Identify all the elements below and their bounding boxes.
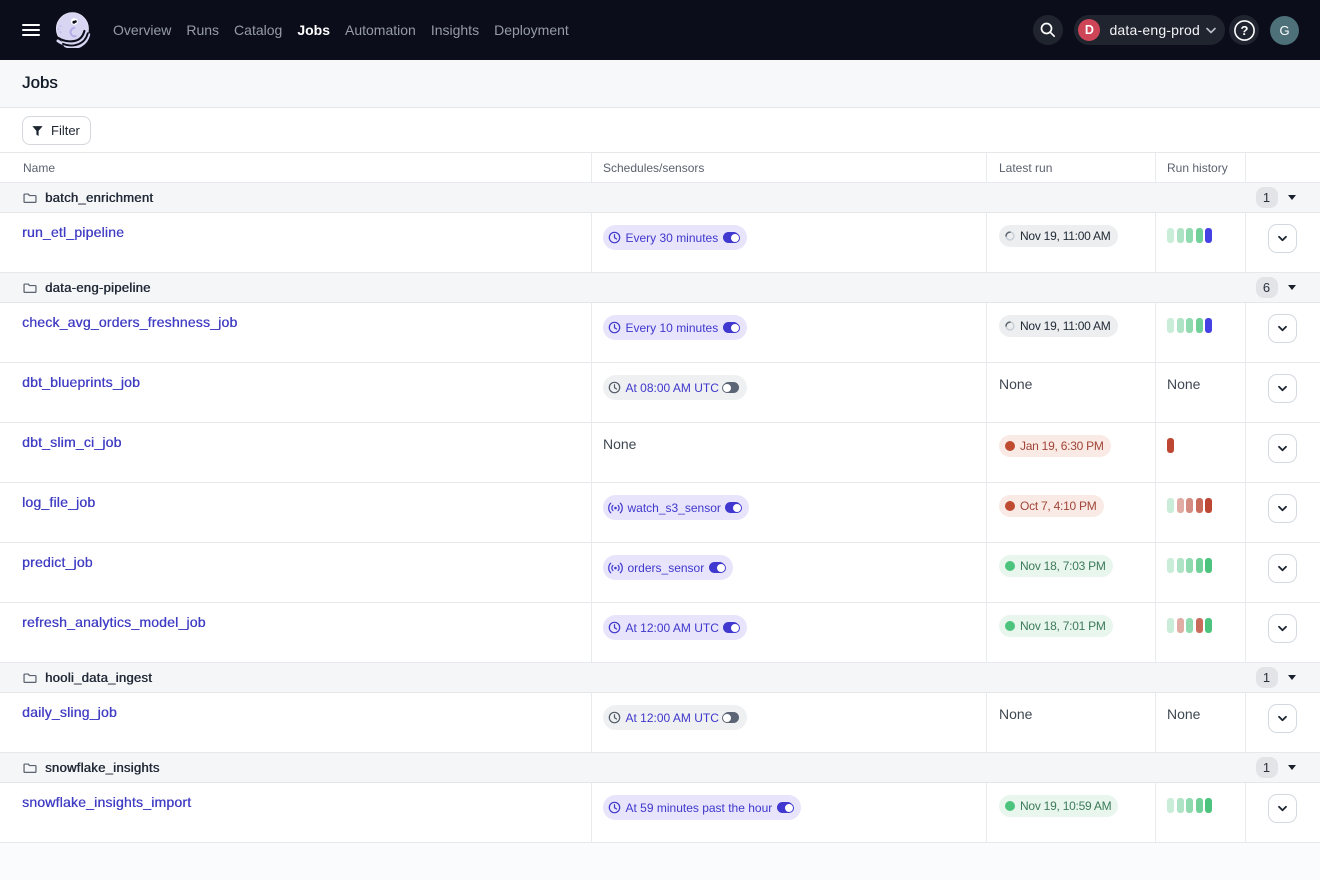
svg-text:?: ? <box>1240 23 1248 38</box>
